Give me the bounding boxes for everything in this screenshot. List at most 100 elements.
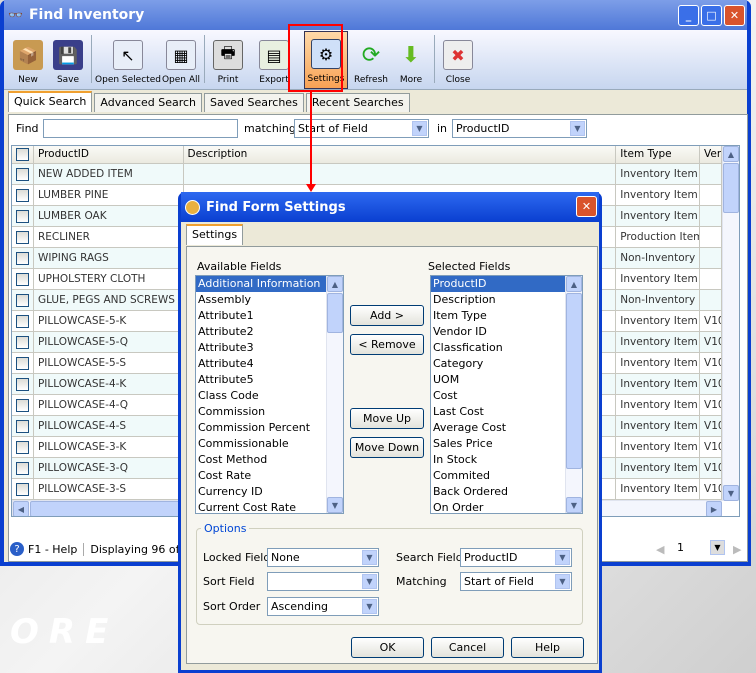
available-field-list-item[interactable]: Attribute1 — [196, 308, 327, 324]
search-field-select[interactable]: ProductID ▼ — [460, 548, 572, 567]
selected-field-list-item[interactable]: Description — [431, 292, 566, 308]
matching-select[interactable]: Start of Field ▼ — [294, 119, 429, 138]
help-icon[interactable]: ? — [10, 542, 24, 556]
find-input[interactable] — [43, 119, 238, 138]
available-field-list-item[interactable]: Current Cost Rate — [196, 500, 327, 513]
row-checkbox[interactable] — [16, 148, 29, 161]
selected-scrollbar[interactable]: ▲ ▼ — [565, 276, 582, 513]
row-checkbox[interactable] — [16, 420, 29, 433]
next-page-icon[interactable]: ▶ — [733, 543, 741, 556]
selected-field-list-item[interactable]: Last Cost — [431, 404, 566, 420]
available-field-list-item[interactable]: Additional Information — [196, 276, 327, 292]
available-field-list-item[interactable]: Cost Method — [196, 452, 327, 468]
selected-field-list-item[interactable]: Item Type — [431, 308, 566, 324]
scroll-left-icon[interactable]: ◀ — [13, 501, 29, 516]
new-button[interactable]: 📦 New — [8, 31, 48, 89]
tab-advanced-search[interactable]: Advanced Search — [94, 93, 203, 112]
selected-field-list-item[interactable]: Classfication — [431, 340, 566, 356]
close-window-button[interactable]: ✕ — [724, 5, 745, 26]
page-select[interactable]: 1 ▼ — [674, 539, 726, 558]
maximize-button[interactable]: □ — [701, 5, 722, 26]
selected-field-list-item[interactable]: Vendor ID — [431, 324, 566, 340]
scroll-down-icon[interactable]: ▼ — [723, 485, 739, 501]
selected-field-list-item[interactable]: ProductID — [431, 276, 566, 292]
row-checkbox[interactable] — [16, 231, 29, 244]
tab-recent-searches[interactable]: Recent Searches — [305, 93, 410, 112]
ok-button[interactable]: OK — [351, 637, 424, 658]
close-button[interactable]: ✖ Close — [438, 31, 478, 89]
scroll-up-icon[interactable]: ▲ — [566, 276, 582, 292]
help-button[interactable]: Help — [511, 637, 584, 658]
scroll-thumb[interactable] — [723, 163, 739, 213]
selected-field-list-item[interactable]: In Stock — [431, 452, 566, 468]
row-checkbox[interactable] — [16, 189, 29, 202]
available-field-list-item[interactable]: Attribute5 — [196, 372, 327, 388]
row-checkbox[interactable] — [16, 483, 29, 496]
remove-button[interactable]: < Remove — [350, 334, 424, 355]
available-field-list-item[interactable]: Commission — [196, 404, 327, 420]
scroll-right-icon[interactable]: ▶ — [706, 501, 722, 516]
prev-page-icon[interactable]: ◀ — [656, 543, 664, 556]
h-scroll-thumb[interactable] — [30, 501, 190, 516]
scroll-up-icon[interactable]: ▲ — [327, 276, 343, 292]
column-header[interactable]: Ver — [700, 146, 722, 164]
row-checkbox[interactable] — [16, 315, 29, 328]
tab-quick-search[interactable]: Quick Search — [8, 91, 93, 112]
dialog-close-button[interactable]: ✕ — [576, 196, 597, 217]
selected-field-list-item[interactable]: Cost — [431, 388, 566, 404]
scroll-down-icon[interactable]: ▼ — [566, 497, 582, 513]
selected-field-list-item[interactable]: Category — [431, 356, 566, 372]
add-button[interactable]: Add > — [350, 305, 424, 326]
available-field-list-item[interactable]: Commissionable — [196, 436, 327, 452]
scroll-down-icon[interactable]: ▼ — [327, 497, 343, 513]
row-checkbox[interactable] — [16, 252, 29, 265]
in-field-select[interactable]: ProductID ▼ — [452, 119, 587, 138]
tab-saved-searches[interactable]: Saved Searches — [204, 93, 304, 112]
row-checkbox[interactable] — [16, 462, 29, 475]
locked-field-select[interactable]: None ▼ — [267, 548, 379, 567]
available-fields-list[interactable]: Additional Information Assembly Attribute1… — [195, 275, 344, 514]
minimize-button[interactable]: _ — [678, 5, 699, 26]
scroll-up-icon[interactable]: ▲ — [723, 146, 739, 162]
available-field-list-item[interactable]: Attribute4 — [196, 356, 327, 372]
selected-field-list-item[interactable]: UOM — [431, 372, 566, 388]
table-row[interactable]: NEW ADDED ITEM Inventory Item — [12, 164, 722, 185]
selected-field-list-item[interactable]: Average Cost — [431, 420, 566, 436]
available-scrollbar[interactable]: ▲ ▼ — [326, 276, 343, 513]
vertical-scrollbar[interactable]: ▲ ▼ — [722, 146, 739, 501]
sort-field-select[interactable]: ▼ — [267, 572, 379, 591]
print-button[interactable]: 🖶 Print — [208, 31, 248, 89]
available-field-list-item[interactable]: Assembly — [196, 292, 327, 308]
available-field-list-item[interactable]: Attribute3 — [196, 340, 327, 356]
row-checkbox[interactable] — [16, 336, 29, 349]
available-field-list-item[interactable]: Cost Rate — [196, 468, 327, 484]
grid-header-row[interactable]: ProductID Description Item Type Ver — [12, 146, 722, 167]
window-titlebar[interactable]: 👓 Find Inventory _ □ ✕ — [4, 0, 747, 30]
row-checkbox[interactable] — [16, 378, 29, 391]
row-checkbox[interactable] — [16, 441, 29, 454]
available-field-list-item[interactable]: Currency ID — [196, 484, 327, 500]
row-checkbox[interactable] — [16, 273, 29, 286]
row-checkbox[interactable] — [16, 168, 29, 181]
row-checkbox[interactable] — [16, 399, 29, 412]
tab-settings[interactable]: Settings — [186, 224, 244, 245]
more-button[interactable]: ⬇ More — [391, 31, 431, 89]
move-up-button[interactable]: Move Up — [350, 408, 424, 429]
open-selected-button[interactable]: ↖ Open Selected — [95, 31, 161, 89]
selected-field-list-item[interactable]: Sales Price — [431, 436, 566, 452]
selected-fields-list[interactable]: ProductID Description Item Type Vendor ID Cl… — [430, 275, 583, 514]
available-field-list-item[interactable]: Commission Percent — [196, 420, 327, 436]
dialog-titlebar[interactable]: Find Form Settings ✕ — [181, 192, 599, 222]
available-field-list-item[interactable]: Attribute2 — [196, 324, 327, 340]
matching-option-select[interactable]: Start of Field ▼ — [460, 572, 572, 591]
row-checkbox[interactable] — [16, 210, 29, 223]
selected-field-list-item[interactable]: Commited — [431, 468, 566, 484]
selected-field-list-item[interactable]: Back Ordered — [431, 484, 566, 500]
available-field-list-item[interactable]: Class Code — [196, 388, 327, 404]
row-checkbox[interactable] — [16, 294, 29, 307]
scroll-thumb[interactable] — [566, 293, 582, 469]
row-checkbox[interactable] — [16, 357, 29, 370]
move-down-button[interactable]: Move Down — [350, 437, 424, 458]
selected-field-list-item[interactable]: On Order — [431, 500, 566, 513]
scroll-thumb[interactable] — [327, 293, 343, 333]
